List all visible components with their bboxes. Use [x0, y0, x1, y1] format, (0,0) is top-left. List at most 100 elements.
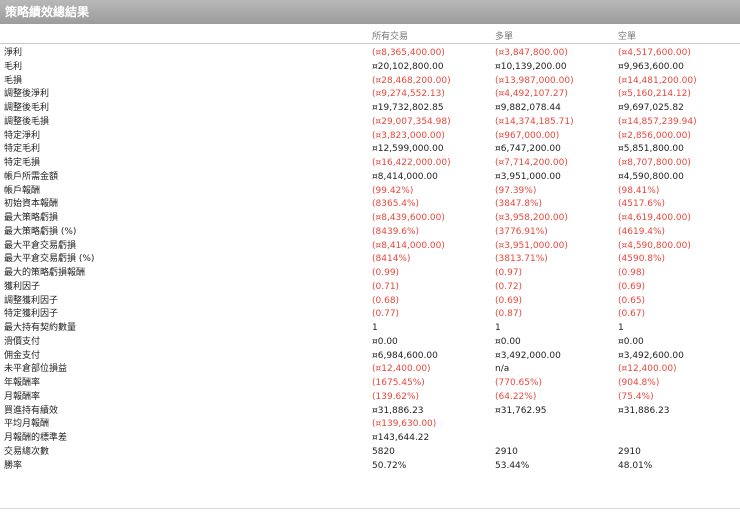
value-all-trades: ¤6,984,600.00 — [372, 350, 438, 361]
value-short: ¤0.00 — [618, 336, 644, 347]
value-long: (0.87) — [495, 309, 523, 320]
value-all-trades: (¤8,414,000.00) — [372, 240, 445, 251]
value-all-trades: (¤8,439,600.00) — [372, 213, 445, 223]
value-all-trades: (¤3,823,000.00) — [372, 130, 445, 141]
value-short: (0.98) — [618, 268, 646, 278]
row-label: 最大策略虧損 (%) — [4, 226, 77, 237]
table-row: 調整獲利因子 (0.68) (0.69) (0.65) — [0, 295, 740, 309]
value-all-trades: ¤0.00 — [372, 336, 398, 347]
row-label: 調整後毛利 — [4, 103, 50, 113]
header-divider — [0, 43, 740, 44]
value-all-trades: (¤29,007,354.98) — [372, 116, 451, 127]
value-long: ¤0.00 — [495, 336, 521, 347]
table-row: 月報酬的標準差 ¤143,644.22 — [0, 432, 740, 446]
value-all-trades: (¤139,630.00) — [372, 419, 437, 430]
value-short: ¤31,886.23 — [618, 405, 670, 416]
value-all-trades: (8365.4%) — [372, 199, 420, 210]
value-short: (0.65) — [618, 295, 646, 306]
table-row: 特定毛利 ¤12,599,000.00 ¤6,747,200.00 ¤5,851,80… — [0, 143, 740, 157]
row-label: 佣金支付 — [4, 350, 41, 361]
value-long: (¤967,000.00) — [495, 130, 560, 141]
value-all-trades: (139.62%) — [372, 391, 420, 402]
value-long: (3813.71%) — [495, 254, 548, 265]
table-row: 調整後毛利 ¤19,732,802.85 ¤9,882,078.44 ¤9,697,0… — [0, 102, 740, 116]
value-short: 1 — [618, 323, 624, 333]
table-row: 調整後毛損 (¤29,007,354.98) (¤14,374,185.71) (¤1… — [0, 116, 740, 130]
table-row: 最大的策略虧損報酬 (0.99) (0.97) (0.98) — [0, 267, 740, 281]
row-label: 月報酬率 — [4, 391, 41, 402]
value-all-trades: ¤12,599,000.00 — [372, 144, 444, 155]
value-all-trades: (¤28,468,200.00) — [372, 75, 451, 86]
row-label: 買進持有績效 — [4, 405, 59, 416]
value-long: ¤31,762.95 — [495, 405, 547, 416]
row-label: 調整後淨利 — [4, 89, 50, 100]
value-all-trades: (8439.6%) — [372, 226, 420, 237]
table-row: 最大持有契約數量 1 1 1 — [0, 322, 740, 336]
value-all-trades: (0.71) — [372, 281, 400, 292]
value-short: 48.01% — [618, 460, 653, 471]
row-label: 初始資本報酬 — [4, 199, 59, 210]
row-label: 特定毛利 — [4, 144, 41, 155]
row-label: 淨利 — [4, 48, 23, 58]
value-long: (¤3,951,000.00) — [495, 240, 568, 251]
row-label: 帳戶所需金額 — [4, 171, 59, 182]
table-row: 滑價支付 ¤0.00 ¤0.00 ¤0.00 — [0, 336, 740, 350]
bottom-divider — [0, 508, 740, 509]
value-long: ¤3,951,000.00 — [495, 171, 561, 182]
value-short: (75.4%) — [618, 391, 654, 402]
value-long: n/a — [495, 364, 510, 375]
value-short: (¤4,619,400.00) — [618, 213, 691, 223]
table-row: 特定淨利 (¤3,823,000.00) (¤967,000.00) (¤2,856,… — [0, 130, 740, 144]
table-row: 淨利 (¤8,365,400.00) (¤3,847,800.00) (¤4,517,… — [0, 47, 740, 61]
value-long: ¤3,492,000.00 — [495, 350, 561, 361]
value-short: (¤4,590,800.00) — [618, 240, 691, 251]
row-label: 交易總次數 — [4, 446, 50, 457]
row-label: 最大平倉交易虧損 — [4, 240, 77, 251]
value-short: ¤3,492,600.00 — [618, 350, 684, 361]
row-label: 年報酬率 — [4, 378, 41, 388]
value-long: (¤3,847,800.00) — [495, 48, 568, 58]
row-label: 勝率 — [4, 460, 23, 471]
value-all-trades: ¤31,886.23 — [372, 405, 424, 416]
value-all-trades: (1675.45%) — [372, 378, 425, 388]
table-row: 特定獲利因子 (0.77) (0.87) (0.67) — [0, 308, 740, 322]
table-row: 年報酬率 (1675.45%) (770.65%) (904.8%) — [0, 377, 740, 391]
value-all-trades: (99.42%) — [372, 185, 414, 196]
value-all-trades: ¤8,414,000.00 — [372, 171, 438, 182]
row-label: 未平倉部位損益 — [4, 364, 68, 375]
column-header-short: 空單 — [618, 32, 637, 42]
table-row: 最大策略虧損 (%) (8439.6%) (3776.91%) (4619.4%) — [0, 226, 740, 240]
value-all-trades: (8414%) — [372, 254, 411, 265]
table-row: 最大平倉交易虧損 (%) (8414%) (3813.71%) (4590.8%) — [0, 253, 740, 267]
column-header-all-trades: 所有交易 — [372, 32, 409, 42]
row-label: 最大平倉交易虧損 (%) — [4, 254, 95, 265]
table-row: 買進持有績效 ¤31,886.23 ¤31,762.95 ¤31,886.23 — [0, 405, 740, 419]
table-row: 佣金支付 ¤6,984,600.00 ¤3,492,000.00 ¤3,492,600… — [0, 350, 740, 364]
value-long: 53.44% — [495, 460, 530, 471]
value-long: (97.39%) — [495, 185, 537, 196]
value-short: (0.67) — [618, 309, 646, 320]
value-all-trades: ¤143,644.22 — [372, 433, 430, 443]
value-long: (¤14,374,185.71) — [495, 116, 574, 127]
value-all-trades: 50.72% — [372, 460, 407, 471]
table-row: 調整後淨利 (¤9,274,552.13) (¤4,492,107.27) (¤5,1… — [0, 88, 740, 102]
value-long: (¤4,492,107.27) — [495, 89, 568, 100]
value-all-trades: (0.99) — [372, 268, 400, 278]
value-short: (¤8,707,800.00) — [618, 158, 691, 168]
value-long: ¤9,882,078.44 — [495, 103, 561, 113]
value-short: ¤4,590,800.00 — [618, 171, 684, 182]
value-all-trades: (¤8,365,400.00) — [372, 48, 445, 58]
value-all-trades: (¤9,274,552.13) — [372, 89, 445, 100]
row-label: 平均月報酬 — [4, 419, 50, 430]
value-long: (64.22%) — [495, 391, 537, 402]
value-short: (¤12,400.00) — [618, 364, 677, 375]
value-short: (4590.8%) — [618, 254, 666, 265]
value-short: (¤5,160,214.12) — [618, 89, 691, 100]
row-label: 調整後毛損 — [4, 116, 50, 127]
table-row: 獲利因子 (0.71) (0.72) (0.69) — [0, 281, 740, 295]
value-short: ¤9,697,025.82 — [618, 103, 684, 113]
value-short: (0.69) — [618, 281, 646, 292]
value-all-trades: (0.77) — [372, 309, 400, 320]
table-row: 勝率 50.72% 53.44% 48.01% — [0, 460, 740, 474]
row-label: 最大持有契約數量 — [4, 323, 77, 333]
